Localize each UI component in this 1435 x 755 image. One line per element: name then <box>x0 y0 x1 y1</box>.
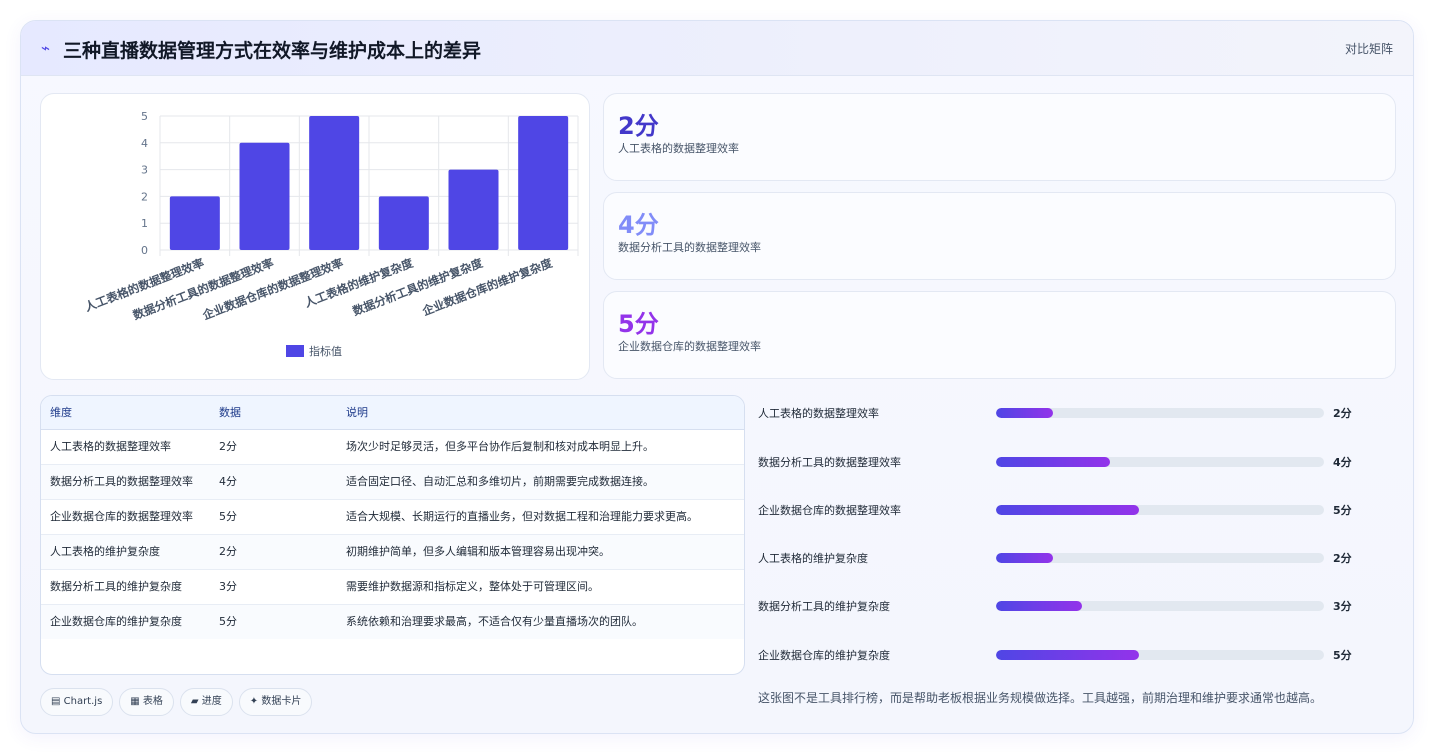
chartjs-pill: ▤ Chart.js <box>40 688 114 716</box>
progress-row: 数据分析工具的数据整理效率 4分 <box>758 452 1398 472</box>
x-tick-label: 数据分析工具的维护复杂度 <box>351 256 485 319</box>
progress-fill <box>996 601 1082 611</box>
stat-card: 2分 人工表格的数据整理效率 <box>603 93 1396 181</box>
table-row: 人工表格的维护复杂度 2分 初期维护简单，但多人编辑和版本管理容易出现冲突。 <box>41 533 744 569</box>
table-cell: 适合大规模、长期运行的直播业务，但对数据工程和治理能力要求更高。 <box>337 498 744 534</box>
table-cell: 场次少时足够灵活，但多平台协作后复制和核对成本明显上升。 <box>337 428 744 464</box>
legend-swatch <box>286 345 304 357</box>
table-cell: 需要维护数据源和指标定义，整体处于可管理区间。 <box>337 568 744 604</box>
y-tick-label: 0 <box>141 244 148 257</box>
progress-row: 企业数据仓库的数据整理效率 5分 <box>758 500 1398 520</box>
stat-label: 人工表格的数据整理效率 <box>618 142 739 155</box>
table-cell: 初期维护简单，但多人编辑和版本管理容易出现冲突。 <box>337 533 744 569</box>
table-cell: 企业数据仓库的数据整理效率 <box>41 498 210 534</box>
table-row: 企业数据仓库的维护复杂度 5分 系统依赖和治理要求最高，不适合仅有少量直播场次的… <box>41 603 744 639</box>
stat-value: 5分 <box>618 310 659 338</box>
progress-label: 企业数据仓库的数据整理效率 <box>758 504 901 517</box>
table-cell: 5分 <box>210 603 337 639</box>
table-row: 企业数据仓库的数据整理效率 5分 适合大规模、长期运行的直播业务，但对数据工程和… <box>41 498 744 534</box>
progress-track <box>996 650 1324 660</box>
footnote: 这张图不是工具排行榜，而是帮助老板根据业务规模做选择。工具越强，前期治理和维护要… <box>758 691 1323 705</box>
table-cell: 数据分析工具的数据整理效率 <box>41 463 210 499</box>
progress-label: 人工表格的数据整理效率 <box>758 407 879 420</box>
progress-pill: ▰ 进度 <box>179 688 233 716</box>
stat-value: 2分 <box>618 112 659 140</box>
progress-fill <box>996 457 1111 467</box>
progress-track <box>996 457 1324 467</box>
table-cell: 3分 <box>210 568 337 604</box>
progress-fill <box>996 650 1139 660</box>
data-card-pill: ✦ 数据卡片 <box>238 688 313 716</box>
table-row: 数据分析工具的数据整理效率 4分 适合固定口径、自动汇总和多维切片，前期需要完成… <box>41 463 744 499</box>
column-header: 说明 <box>337 396 744 430</box>
y-tick-label: 5 <box>141 110 148 123</box>
table-pill: ▦ 表格 <box>119 688 174 716</box>
bar <box>169 196 220 250</box>
progress-row: 人工表格的维护复杂度 2分 <box>758 548 1398 568</box>
feature-pills: ▤ Chart.js ▦ 表格 ▰ 进度 ✦ 数据卡片 <box>40 688 318 716</box>
bar-chart: 0 1 2 3 4 5 人工表格的数据整理效率 数据分析工具的数据整理效率 企业数据仓库的数据整… <box>40 93 590 380</box>
table-cell: 5分 <box>210 498 337 534</box>
table-cell: 人工表格的数据整理效率 <box>41 428 210 464</box>
legend-label: 指标值 <box>309 344 342 358</box>
y-tick-label: 2 <box>141 190 148 203</box>
card-header: ⌁ 三种直播数据管理方式在效率与维护成本上的差异 对比矩阵 <box>21 21 1413 76</box>
progress-track <box>996 553 1324 563</box>
view-tag: 对比矩阵 <box>1344 42 1393 56</box>
table-cell: 2分 <box>210 428 337 464</box>
progress-fill <box>996 505 1139 515</box>
progress-label: 企业数据仓库的维护复杂度 <box>758 649 890 662</box>
progress-label: 人工表格的维护复杂度 <box>758 552 868 565</box>
column-header: 维度 <box>41 396 210 430</box>
trend-icon: ⌁ <box>41 39 51 57</box>
progress-row: 人工表格的数据整理效率 2分 <box>758 403 1398 423</box>
progress-track <box>996 408 1324 418</box>
progress-value: 2分 <box>1333 407 1352 420</box>
y-tick-label: 1 <box>141 217 148 230</box>
progress-track <box>996 505 1324 515</box>
progress-fill <box>996 408 1054 418</box>
column-header: 数据 <box>210 396 337 430</box>
progress-value: 2分 <box>1333 552 1352 565</box>
bar <box>518 116 569 250</box>
bar-chart-svg: 012345人工表格的数据整理效率数据分析工具的数据整理效率企业数据仓库的数据整… <box>83 110 579 358</box>
page-title: 三种直播数据管理方式在效率与维护成本上的差异 <box>63 40 482 62</box>
table-cell: 2分 <box>210 533 337 569</box>
bar <box>239 142 290 250</box>
stat-label: 企业数据仓库的数据整理效率 <box>618 340 761 353</box>
data-table: 维度 数据 说明 人工表格的数据整理效率 2分 场次少时足够灵活，但多平台协作后… <box>40 395 745 675</box>
progress-row: 数据分析工具的维护复杂度 3分 <box>758 596 1398 616</box>
table-cell: 企业数据仓库的维护复杂度 <box>41 603 210 639</box>
progress-row: 企业数据仓库的维护复杂度 5分 <box>758 645 1398 665</box>
comparison-card: ⌁ 三种直播数据管理方式在效率与维护成本上的差异 对比矩阵 0 1 2 3 4 5 人工表格… <box>20 20 1414 734</box>
progress-list: 人工表格的数据整理效率 2分 数据分析工具的数据整理效率 4分 企业数据仓库的数… <box>758 395 1398 685</box>
stat-card: 4分 数据分析工具的数据整理效率 <box>603 192 1396 280</box>
progress-label: 数据分析工具的数据整理效率 <box>758 456 901 469</box>
progress-value: 5分 <box>1333 649 1352 662</box>
table-row: 数据分析工具的维护复杂度 3分 需要维护数据源和指标定义，整体处于可管理区间。 <box>41 568 744 604</box>
table-cell: 人工表格的维护复杂度 <box>41 533 210 569</box>
x-tick-label: 企业数据仓库的维护复杂度 <box>419 256 554 319</box>
table-row: 人工表格的数据整理效率 2分 场次少时足够灵活，但多平台协作后复制和核对成本明显… <box>41 428 744 464</box>
stat-label: 数据分析工具的数据整理效率 <box>618 241 761 254</box>
progress-label: 数据分析工具的维护复杂度 <box>758 600 890 613</box>
y-tick-label: 4 <box>141 137 148 150</box>
stat-value: 4分 <box>618 211 659 239</box>
stat-card: 5分 企业数据仓库的数据整理效率 <box>603 291 1396 379</box>
progress-value: 3分 <box>1333 600 1352 613</box>
table-header-row: 维度 数据 说明 <box>41 396 744 430</box>
table-cell: 适合固定口径、自动汇总和多维切片，前期需要完成数据连接。 <box>337 463 744 499</box>
bar <box>378 196 429 250</box>
bar <box>448 169 499 250</box>
progress-fill <box>996 553 1054 563</box>
table-cell: 系统依赖和治理要求最高，不适合仅有少量直播场次的团队。 <box>337 603 744 639</box>
table-cell: 数据分析工具的维护复杂度 <box>41 568 210 604</box>
progress-track <box>996 601 1324 611</box>
y-tick-label: 3 <box>141 164 148 177</box>
progress-value: 4分 <box>1333 456 1352 469</box>
table-cell: 4分 <box>210 463 337 499</box>
progress-value: 5分 <box>1333 504 1352 517</box>
bar <box>309 116 360 250</box>
